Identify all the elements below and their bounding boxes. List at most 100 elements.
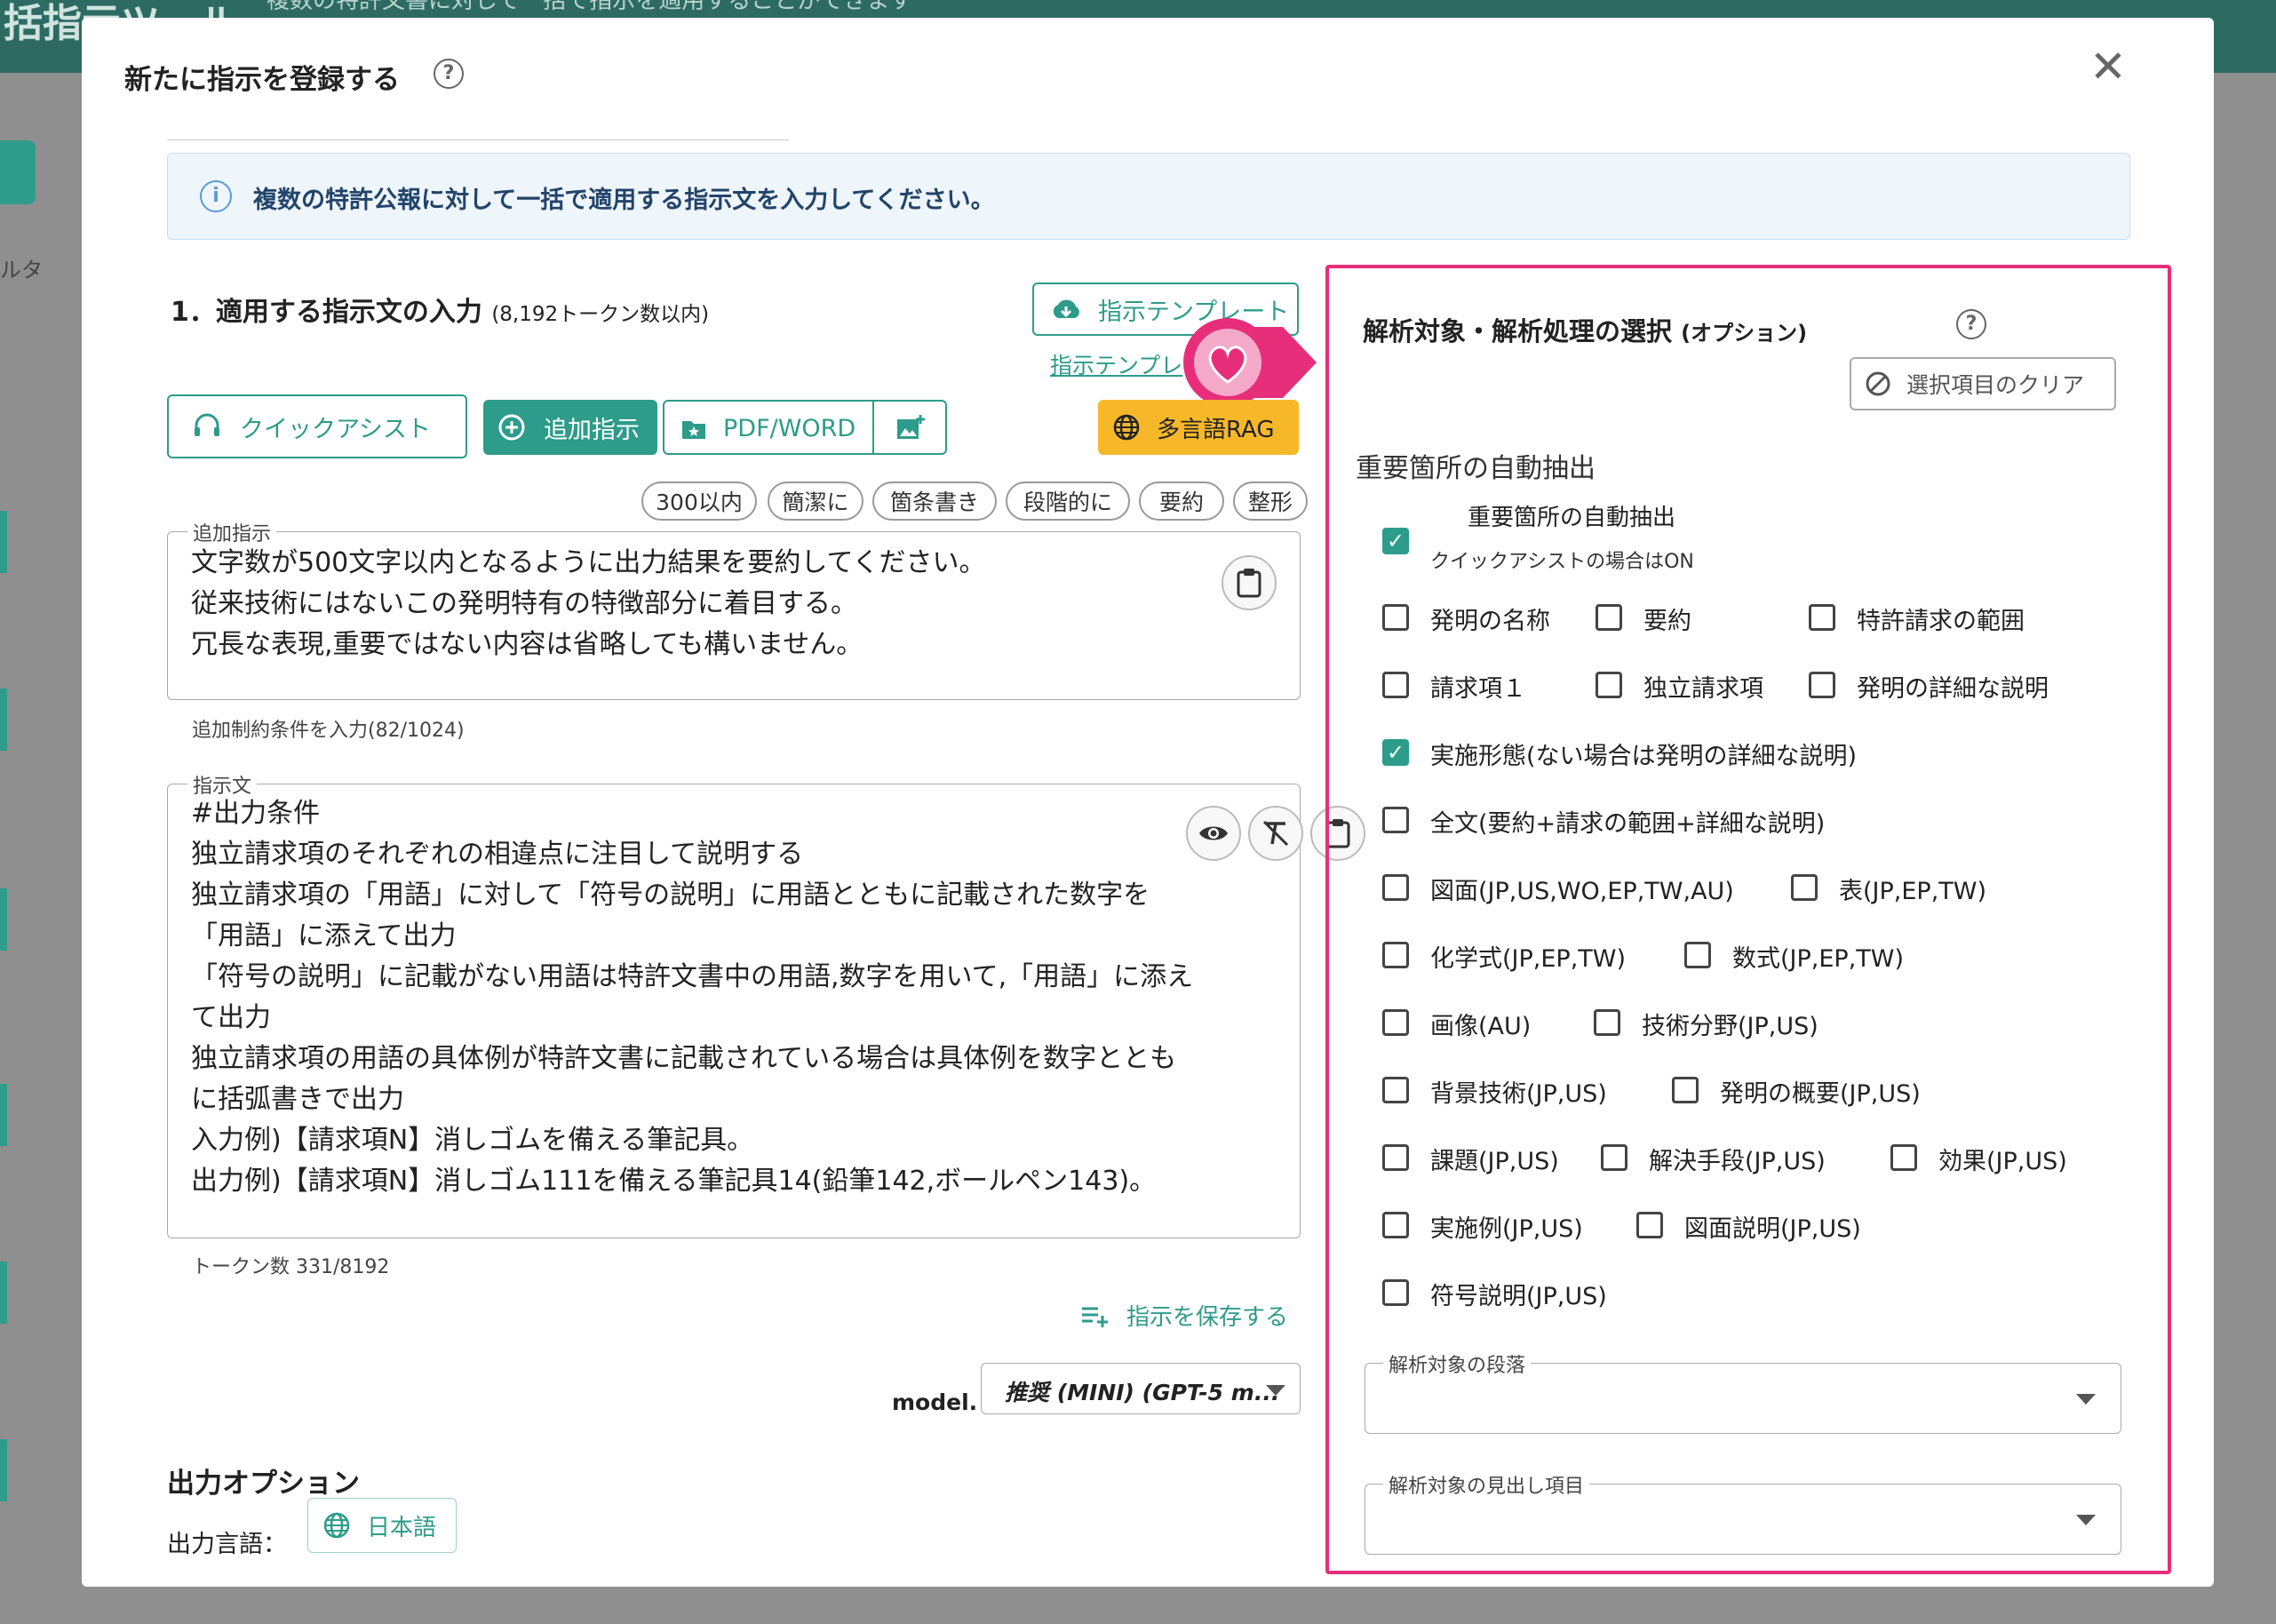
panel-title: 解析対象・解析処理の選択 (オプション) [1363,311,1807,348]
section-checkbox-label: 発明の名称 [1430,608,1550,635]
pdf-word-button[interactable]: PDF/WORD [680,415,855,442]
save-instruction-link[interactable]: 指示を保存する [1080,1299,1288,1332]
quick-assist-button[interactable]: クイックアシスト [167,394,467,458]
section-title-text: 1．適用する指示文の入力 [171,297,482,328]
section-checkbox[interactable] [1890,1144,1917,1171]
section-checkbox-label: 表(JP,EP,TW) [1839,878,1987,905]
heading-item-select[interactable]: 解析対象の見出し項目 [1365,1470,2121,1555]
section-checkbox[interactable] [1594,1009,1620,1036]
section-checkbox[interactable] [1636,1212,1663,1238]
section-checkbox-label: 画像(AU) [1430,1013,1532,1040]
info-banner: i 複数の特許公報に対して一括で適用する指示文を入力してください。 [167,153,2130,240]
text-line: 「符号の説明」に記載がない用語は特許文書中の用語,数字を用いて,「用語」に添え [191,961,1194,992]
section-checkbox-label: 技術分野(JP,US) [1642,1013,1818,1040]
add-instruction-button[interactable]: 追加指示 [483,400,657,455]
multilingual-rag-label: 多言語RAG [1157,416,1275,443]
chip-stepwise[interactable]: 段階的に [1006,482,1130,521]
clear-format-button[interactable] [1248,806,1303,861]
section-checkbox[interactable] [1382,942,1409,968]
section-checkbox-label: 解決手段(JP,US) [1649,1148,1826,1175]
chevron-down-icon [2076,1394,2096,1405]
register-instruction-dialog: 新たに指示を登録する ? ✕ i 複数の特許公報に対して一括で適用する指示文を入… [82,18,2214,1587]
add-image-icon[interactable] [895,414,926,442]
section-checkbox-label: 効果(JP,US) [1938,1148,2067,1175]
chip-summary[interactable]: 要約 [1139,482,1224,521]
output-language-button[interactable]: 日本語 [307,1498,457,1553]
paste-button[interactable] [1222,555,1277,610]
auto-extraction-heading: 重要箇所の自動抽出 [1356,453,1596,484]
instruction-text[interactable]: #出力条件 独立請求項のそれぞれの相違点に注目して説明する 独立請求項の「用語」… [191,793,1193,1202]
section-checkbox[interactable] [1809,672,1835,698]
auto-extraction-checkbox[interactable]: ✓ [1382,528,1409,554]
model-value: 推奨 (MINI) (GPT-5 m... [1005,1380,1280,1405]
section-checkbox[interactable] [1809,604,1835,631]
text-line: 独立請求項の「用語」に対して「符号の説明」に用語とともに記載された数字を [191,880,1150,911]
section-checkbox-label: 実施形態(ない場合は発明の詳細な説明) [1430,743,1858,770]
additional-instruction-text[interactable]: 文字数が500文字以内となるように出力結果を要約してください。 従来技術にはない… [191,543,986,665]
section-checkbox[interactable] [1672,1077,1699,1103]
background-row-marker [0,511,7,573]
auto-extraction-note: クイックアシストの場合はON [1430,551,1694,573]
section-checkbox[interactable] [1601,1144,1627,1171]
section-checkbox[interactable] [1596,672,1622,698]
section-checkbox[interactable] [1382,1144,1409,1171]
section-checkbox[interactable] [1382,1009,1409,1036]
additional-instruction-field[interactable]: 追加指示 文字数が500文字以内となるように出力結果を要約してください。 従来技… [167,518,1301,700]
help-icon[interactable]: ? [1956,309,1986,339]
section-checkbox[interactable]: ✓ [1382,739,1409,766]
text-line: 文字数が500文字以内となるように出力結果を要約してください。 [191,547,986,578]
section-checkbox-label: 図面説明(JP,US) [1684,1215,1861,1243]
section-checkbox-label: 符号説明(JP,US) [1430,1283,1607,1310]
paragraph-select[interactable]: 解析対象の段落 [1365,1349,2121,1434]
preview-button[interactable] [1186,806,1241,861]
section-checkbox[interactable] [1382,1212,1409,1238]
instruction-text-field[interactable]: 指示文 #出力条件 独立請求項のそれぞれの相違点に注目して説明する 独立請求項の… [167,770,1365,1238]
text-line: 冗長な表現,重要ではない内容は省略しても構いません。 [191,629,863,660]
background-row-marker [0,888,7,951]
text-line: 出力例)【請求項N】消しゴム111を備える筆記具14(鉛筆142,ボールペン14… [191,1166,1157,1197]
section-checkbox[interactable] [1382,672,1409,698]
info-icon: i [200,180,232,212]
section-checkbox[interactable] [1382,807,1409,833]
quick-assist-label: クイックアシスト [240,415,431,443]
section-checkbox[interactable] [1382,1077,1409,1103]
paragraph-select-label: 解析対象の段落 [1383,1349,1532,1378]
section-checkbox[interactable] [1382,604,1409,631]
text-line: て出力 [191,1002,271,1033]
template-link[interactable]: 指示テンプレ [1050,348,1182,380]
text-line: 独立請求項のそれぞれの相違点に注目して説明する [191,839,804,870]
section-checkbox[interactable] [1684,942,1711,968]
chip-format[interactable]: 整形 [1233,482,1308,521]
auto-extraction-label: 重要箇所の自動抽出 [1468,505,1676,531]
pdf-word-label: PDF/WORD [723,415,856,442]
model-label: model. [892,1389,978,1415]
clipboard-icon [1237,569,1261,598]
output-language-label: 出力言語： [167,1531,287,1558]
chip-concise[interactable]: 簡潔に [768,482,863,521]
section-checkbox[interactable] [1382,1279,1409,1306]
output-language-value: 日本語 [367,1514,437,1541]
clear-format-icon [1262,820,1289,847]
upload-button-group: PDF/WORD [663,400,947,455]
model-select[interactable]: 推奨 (MINI) (GPT-5 m... [981,1363,1301,1414]
background-row-marker [0,1439,7,1501]
analysis-options-panel: 解析対象・解析処理の選択 (オプション) ? 選択項目のクリア 重要箇所の自動抽… [1325,265,2171,1574]
close-icon[interactable]: ✕ [2089,44,2127,89]
globe-icon [1113,414,1140,441]
section-checkbox[interactable] [1791,874,1818,901]
help-icon[interactable]: ? [434,59,464,89]
output-options-title: 出力オプション [167,1468,360,1500]
text-line: 入力例)【請求項N】消しゴムを備える筆記具。 [191,1125,754,1156]
section-checkbox[interactable] [1382,874,1409,901]
section-checkbox-label: 化学式(JP,EP,TW) [1430,945,1627,973]
clear-selection-button[interactable]: 選択項目のクリア [1850,357,2116,410]
save-instruction-label: 指示を保存する [1126,1304,1289,1331]
section-checkbox-label: 要約 [1643,608,1691,635]
background-button[interactable] [0,140,36,204]
chip-bullets[interactable]: 箇条書き [872,482,997,521]
chip-300[interactable]: 300以内 [641,482,757,521]
multilingual-rag-button[interactable]: 多言語RAG [1098,400,1299,455]
add-instruction-label: 追加指示 [544,416,640,444]
section-checkbox-label: 背景技術(JP,US) [1430,1080,1607,1108]
section-checkbox[interactable] [1596,604,1622,631]
